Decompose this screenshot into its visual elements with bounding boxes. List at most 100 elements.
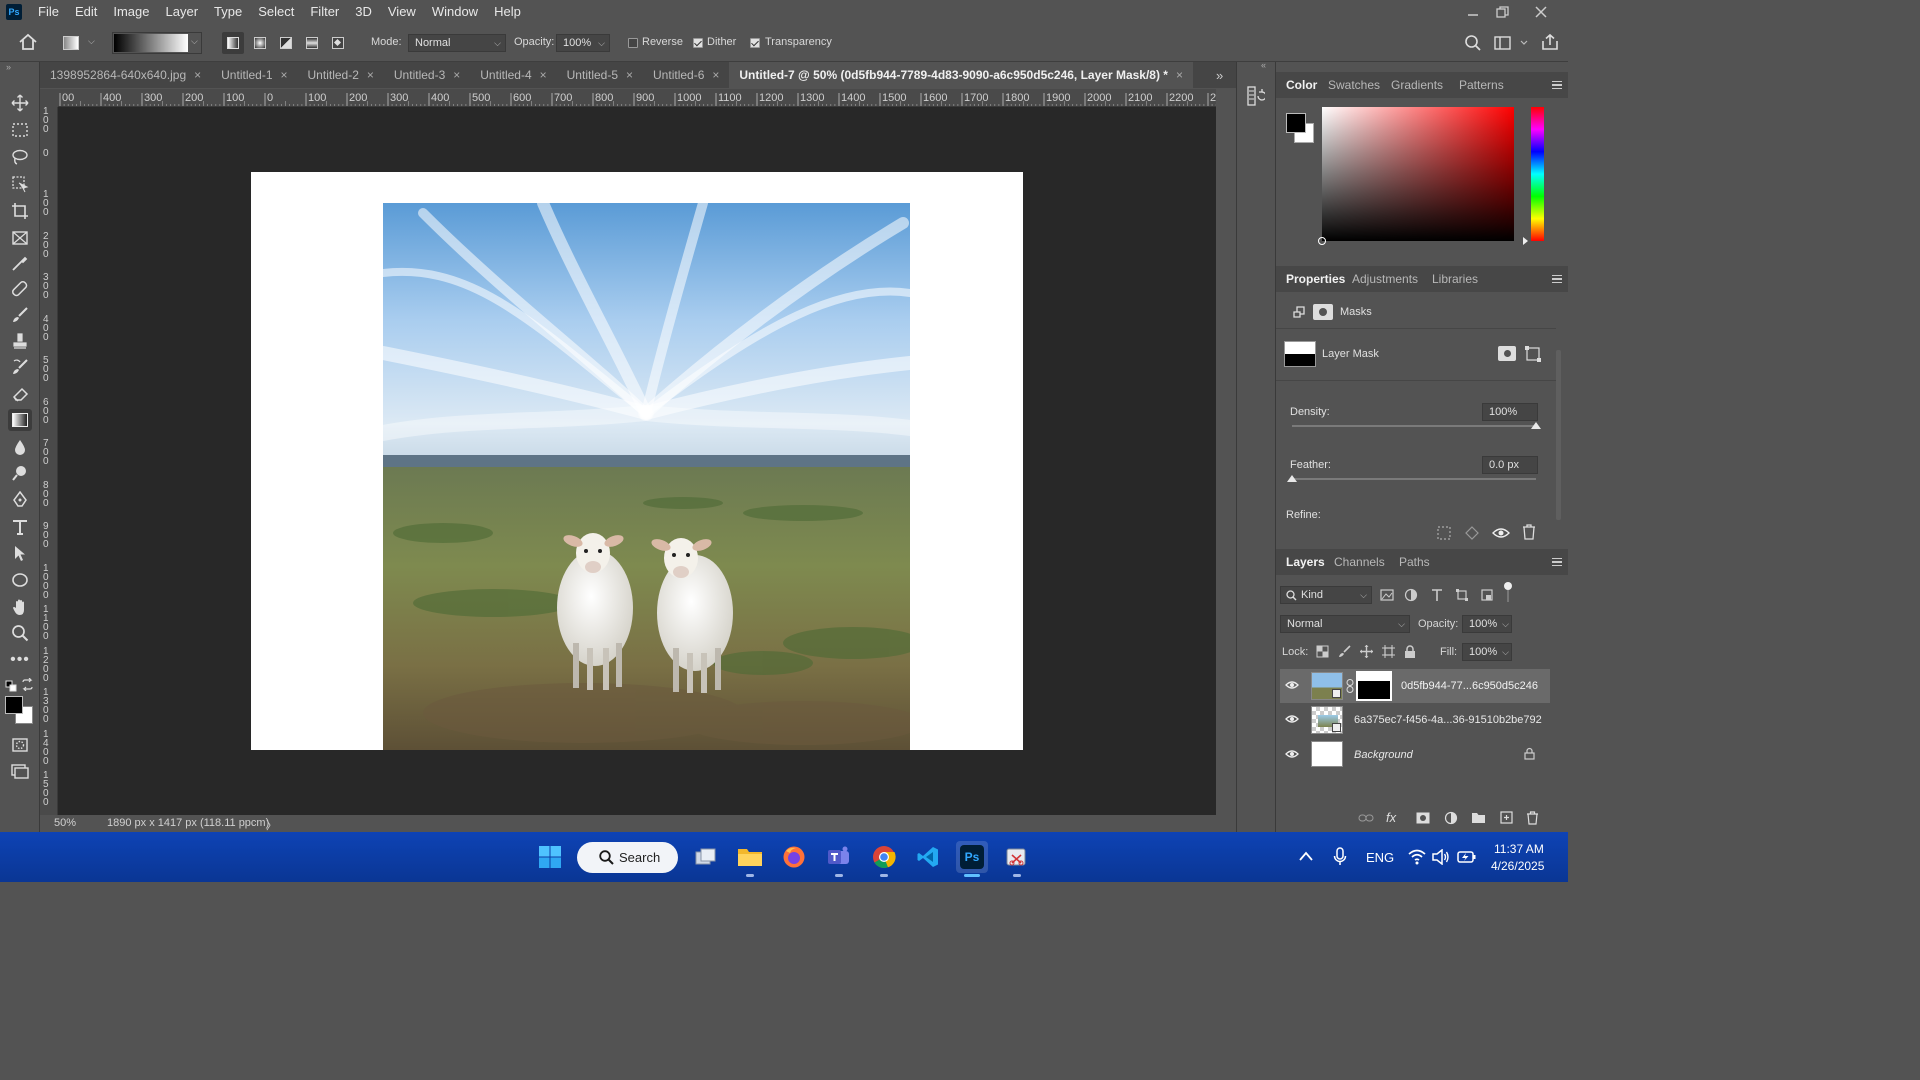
clock-time[interactable]: 11:37 AM: [1494, 842, 1544, 856]
menu-help[interactable]: Help: [486, 0, 529, 24]
vscode-button[interactable]: [912, 841, 944, 873]
restore-button[interactable]: [1486, 0, 1520, 24]
properties-scrollbar[interactable]: [1556, 350, 1561, 520]
zoom-tool[interactable]: [8, 622, 32, 644]
screen-mode-button[interactable]: [8, 760, 32, 782]
hand-tool[interactable]: [8, 596, 32, 618]
layer-row-background[interactable]: Background: [1280, 738, 1550, 772]
marquee-tool[interactable]: [8, 119, 32, 141]
lock-all-icon[interactable]: [1404, 645, 1416, 658]
tab-untitled-2[interactable]: Untitled-2 ×: [298, 62, 384, 88]
layer-mask-thumbnail[interactable]: [1356, 671, 1392, 701]
tab-properties[interactable]: Properties: [1286, 272, 1345, 286]
input-language[interactable]: ENG: [1366, 850, 1394, 865]
tab-adjustments[interactable]: Adjustments: [1352, 272, 1418, 286]
menu-edit[interactable]: Edit: [67, 0, 105, 24]
adjustment-layer-icon[interactable]: [1444, 811, 1458, 825]
lock-image-pixels-icon[interactable]: [1338, 645, 1351, 658]
close-icon[interactable]: ×: [453, 68, 460, 82]
type-tool[interactable]: [8, 516, 32, 538]
tab-1398952864[interactable]: 1398952864-640x640.jpg ×: [40, 62, 211, 88]
clone-stamp-tool[interactable]: [8, 330, 32, 352]
panel-menu-icon[interactable]: [1552, 275, 1562, 283]
color-picker-handle[interactable]: [1318, 237, 1326, 245]
tab-layers[interactable]: Layers: [1286, 555, 1325, 569]
microphone-button[interactable]: [1333, 847, 1347, 870]
transparency-checkbox[interactable]: [750, 38, 760, 48]
linear-gradient-button[interactable]: [222, 32, 244, 54]
delete-mask-button[interactable]: [1522, 524, 1536, 543]
density-slider[interactable]: [1292, 422, 1541, 429]
lock-transparent-pixels-icon[interactable]: [1316, 645, 1329, 658]
chrome-button[interactable]: [868, 841, 900, 877]
eye-icon[interactable]: [1285, 749, 1299, 759]
new-layer-icon[interactable]: [1500, 811, 1513, 824]
close-icon[interactable]: ×: [281, 68, 288, 82]
menu-view[interactable]: View: [380, 0, 424, 24]
tab-libraries[interactable]: Libraries: [1432, 272, 1478, 286]
photoshop-button[interactable]: Ps: [956, 841, 988, 877]
quick-mask-button[interactable]: [8, 734, 32, 756]
layer-row-masked[interactable]: 0d5fb944-77...6c950d5c246: [1280, 669, 1550, 703]
mask-properties-button[interactable]: [1313, 304, 1333, 320]
workspace-button[interactable]: [1494, 35, 1528, 54]
layer-filter-kind-select[interactable]: Kind ⌵: [1280, 586, 1372, 604]
start-button[interactable]: [534, 841, 566, 873]
layer-row-image[interactable]: 6a375ec7-f456-4a...36-91510b2be792: [1280, 703, 1550, 737]
angle-gradient-button[interactable]: [275, 32, 297, 54]
pen-tool[interactable]: [8, 489, 32, 511]
feather-slider[interactable]: [1287, 475, 1536, 482]
dither-checkbox[interactable]: [693, 38, 703, 48]
lock-icon[interactable]: [1524, 747, 1535, 760]
ellipse-tool[interactable]: [8, 569, 32, 591]
vertical-ruler[interactable]: 1 0 0 0 1 0 0 2 0 0 3 0 0 4 0 0 5 0 0 6 0 0 7 0 …: [40, 107, 58, 815]
feather-input[interactable]: 0.0 px: [1482, 456, 1538, 474]
close-icon[interactable]: ×: [367, 68, 374, 82]
crop-tool[interactable]: [8, 200, 32, 222]
dodge-tool[interactable]: [8, 462, 32, 484]
load-selection-button[interactable]: [1436, 525, 1452, 544]
density-slider-handle[interactable]: [1531, 417, 1541, 429]
tab-channels[interactable]: Channels: [1334, 555, 1385, 569]
menu-layer[interactable]: Layer: [158, 0, 207, 24]
search-button[interactable]: [1464, 34, 1482, 55]
more-tabs-icon[interactable]: »: [1216, 68, 1223, 83]
gradient-picker[interactable]: ⌵: [112, 32, 202, 54]
status-menu-arrow[interactable]: 〉: [266, 817, 277, 833]
lasso-tool[interactable]: [8, 146, 32, 168]
link-layers-icon[interactable]: [1358, 811, 1374, 825]
swap-colors-button[interactable]: [21, 677, 34, 694]
clock-date[interactable]: 4/26/2025: [1491, 859, 1544, 873]
eye-icon[interactable]: [1285, 714, 1299, 724]
close-icon[interactable]: ×: [712, 68, 719, 82]
close-icon[interactable]: ×: [540, 68, 547, 82]
file-explorer-button[interactable]: [734, 841, 766, 877]
blend-mode-select[interactable]: Normal ⌵: [1280, 615, 1410, 633]
network-button[interactable]: [1408, 849, 1426, 868]
collapse-toolbar-icon[interactable]: »: [6, 62, 11, 72]
hue-slider[interactable]: [1523, 107, 1544, 245]
reverse-checkbox[interactable]: [628, 38, 638, 48]
close-icon[interactable]: ×: [626, 68, 633, 82]
trash-icon[interactable]: [1526, 811, 1539, 825]
diamond-gradient-button[interactable]: [327, 32, 349, 54]
menu-image[interactable]: Image: [105, 0, 157, 24]
menu-3d[interactable]: 3D: [347, 0, 380, 24]
tab-untitled-5[interactable]: Untitled-5 ×: [557, 62, 643, 88]
menu-type[interactable]: Type: [206, 0, 250, 24]
fx-icon[interactable]: fx: [1386, 810, 1396, 825]
tab-gradients[interactable]: Gradients: [1391, 78, 1443, 92]
move-tool[interactable]: [8, 92, 32, 114]
sheep-photo-layer[interactable]: [383, 203, 910, 750]
panel-menu-icon[interactable]: [1552, 81, 1562, 89]
tab-untitled-6[interactable]: Untitled-6 ×: [643, 62, 729, 88]
tab-untitled-4[interactable]: Untitled-4 ×: [470, 62, 556, 88]
hue-slider-handle[interactable]: [1523, 237, 1532, 245]
volume-button[interactable]: [1432, 848, 1450, 868]
menu-filter[interactable]: Filter: [302, 0, 347, 24]
vector-mask-button[interactable]: [1525, 346, 1541, 365]
reflected-gradient-button[interactable]: [301, 32, 323, 54]
mode-select[interactable]: Normal ⌵: [408, 34, 506, 52]
radial-gradient-button[interactable]: [249, 32, 271, 54]
tab-color[interactable]: Color: [1286, 78, 1317, 92]
